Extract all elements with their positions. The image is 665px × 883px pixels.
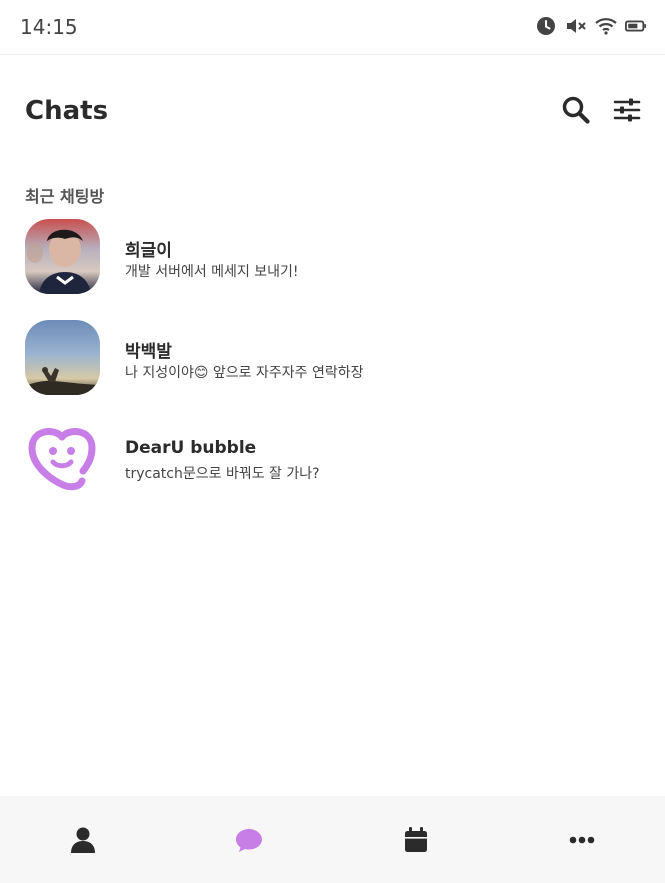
chat-name: 박백발 [125, 342, 172, 362]
header: Chats [0, 88, 665, 138]
nav-calendar[interactable] [333, 796, 499, 883]
chat-item[interactable]: 희글이 개발 서버에서 메세지 보내기! [0, 218, 665, 319]
chat-list: 희글이 개발 서버에서 메세지 보내기! 박백발 나 지성이야😊 앞으로 자주자… [0, 218, 665, 521]
heart-smile-icon [28, 428, 96, 491]
section-title: 최근 채팅방 [25, 187, 105, 206]
battery-icon [625, 15, 647, 37]
search-button[interactable] [560, 94, 592, 126]
chat-preview: 나 지성이야😊 앞으로 자주자주 연락하장 [125, 365, 364, 381]
filter-button[interactable] [611, 94, 643, 126]
avatar [25, 320, 100, 395]
more-icon [569, 836, 595, 843]
nav-chats[interactable] [166, 796, 332, 883]
search-icon [562, 96, 590, 124]
wifi-icon [595, 15, 617, 37]
chat-preview: trycatch문으로 바꿔도 잘 가나? [125, 466, 320, 482]
alarm-icon [535, 15, 557, 37]
chat-preview: 개발 서버에서 메세지 보내기! [125, 264, 299, 280]
person-icon [71, 827, 96, 853]
status-time: 14:15 [20, 15, 78, 39]
status-icons [535, 15, 647, 37]
avatar [25, 219, 100, 294]
page-title: Chats [25, 96, 109, 126]
chat-bubble-icon [236, 828, 263, 852]
nav-more[interactable] [499, 796, 665, 883]
status-bar: 14:15 [0, 0, 665, 55]
calendar-icon [404, 826, 427, 852]
chat-item[interactable]: 박백발 나 지성이야😊 앞으로 자주자주 연락하장 [0, 319, 665, 420]
avatar [25, 421, 100, 496]
chat-name: DearU bubble [125, 438, 257, 458]
chat-item[interactable]: DearU bubble trycatch문으로 바꿔도 잘 가나? [0, 420, 665, 521]
bottom-nav [0, 796, 665, 883]
nav-profile[interactable] [0, 796, 166, 883]
chat-name: 희글이 [125, 241, 172, 261]
mute-icon [565, 15, 587, 37]
filter-icon [613, 98, 641, 122]
